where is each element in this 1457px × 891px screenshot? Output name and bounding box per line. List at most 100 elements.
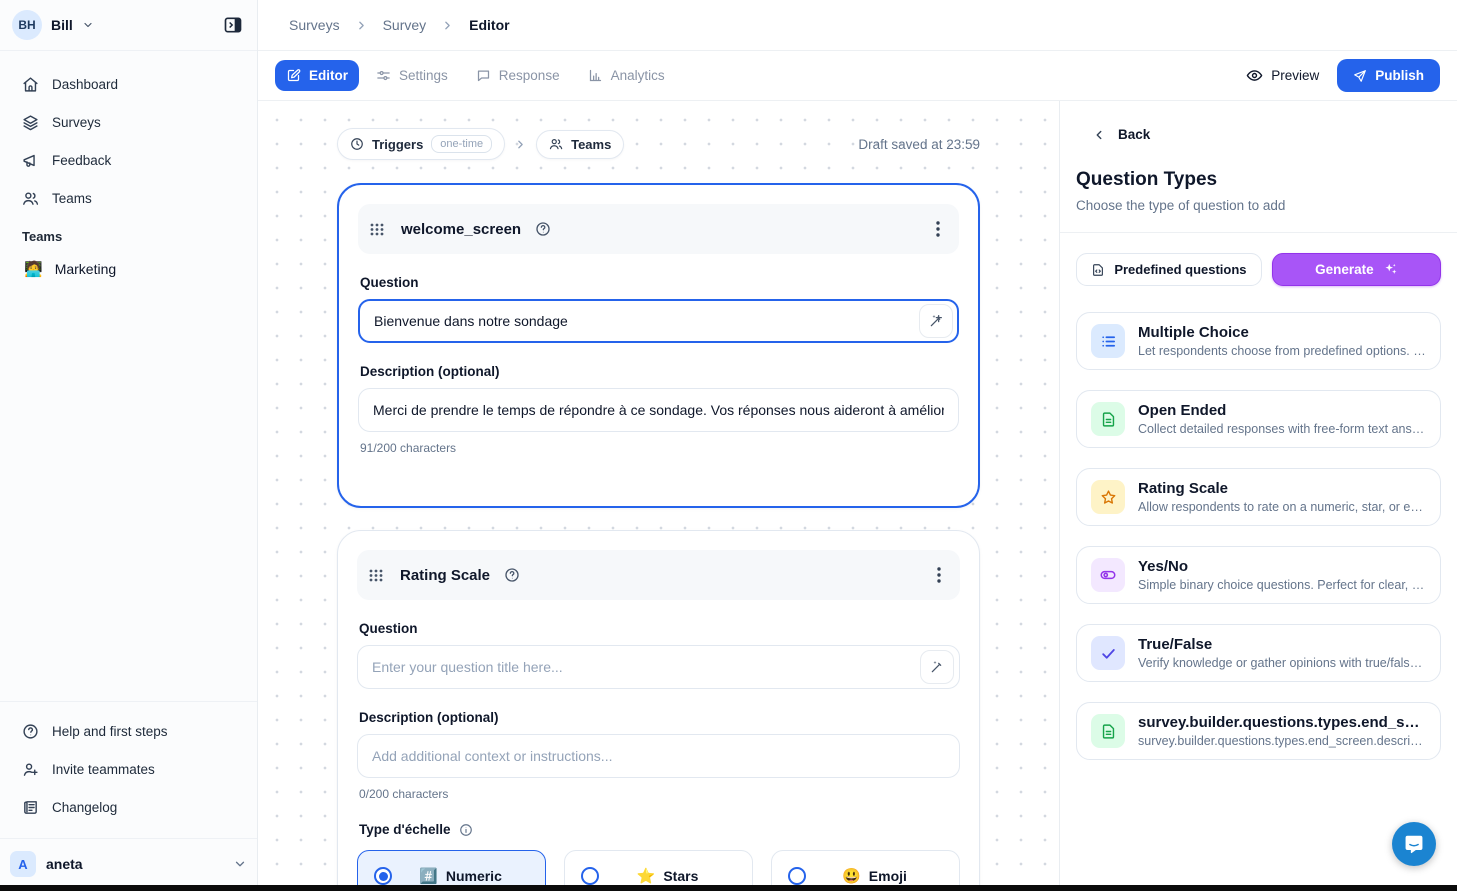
question-card-welcome-screen[interactable]: welcome_screen Question	[337, 183, 980, 508]
eye-icon	[1246, 67, 1263, 84]
generate-button[interactable]: Generate	[1272, 253, 1441, 286]
chevron-down-icon	[82, 19, 94, 31]
panel-subtitle: Choose the type of question to add	[1076, 198, 1441, 213]
type-title: survey.builder.questions.types.end_scr..…	[1138, 714, 1426, 731]
breadcrumb-editor: Editor	[469, 17, 509, 33]
chevron-right-icon	[514, 138, 527, 151]
type-card-true-false[interactable]: True/False Verify knowledge or gather op…	[1076, 624, 1441, 682]
magic-wand-button[interactable]	[920, 650, 954, 684]
star-outline-icon	[1091, 480, 1125, 514]
back-button[interactable]: Back	[1076, 127, 1441, 142]
home-icon	[22, 76, 39, 93]
question-title-input[interactable]	[357, 645, 960, 689]
sidebar-item-changelog[interactable]: Changelog	[12, 788, 245, 826]
tab-label: Editor	[309, 68, 348, 83]
tab-label: Analytics	[611, 68, 665, 83]
survey-canvas[interactable]: Triggers one-time Teams	[258, 101, 1059, 891]
scale-option-label: Stars	[663, 868, 698, 884]
type-description: survey.builder.questions.types.end_scree…	[1138, 734, 1426, 748]
info-circle-icon[interactable]	[459, 823, 473, 837]
sidebar-item-feedback[interactable]: Feedback	[12, 141, 245, 179]
type-card-end-screen[interactable]: survey.builder.questions.types.end_scr..…	[1076, 702, 1441, 760]
breadcrumb-survey[interactable]: Survey	[383, 17, 427, 33]
user-menu[interactable]: BH Bill	[12, 10, 94, 40]
sidebar-team-marketing[interactable]: 🧑‍💻 Marketing	[12, 250, 245, 288]
type-card-rating-scale[interactable]: Rating Scale Allow respondents to rate o…	[1076, 468, 1441, 526]
sidebar-collapse-icon[interactable]	[223, 15, 243, 35]
type-description: Verify knowledge or gather opinions with…	[1138, 656, 1426, 670]
toolbar-actions: Preview Publish	[1246, 59, 1440, 92]
question-description-input[interactable]	[358, 388, 959, 432]
tab-settings[interactable]: Settings	[365, 60, 459, 91]
sidebar-item-help[interactable]: Help and first steps	[12, 712, 245, 750]
tab-analytics[interactable]: Analytics	[577, 60, 676, 91]
team-label: Marketing	[55, 261, 116, 277]
sidebar-item-teams[interactable]: Teams	[12, 179, 245, 217]
kebab-menu-icon[interactable]	[932, 217, 944, 241]
question-label: Question	[359, 621, 960, 636]
content: Triggers one-time Teams	[258, 101, 1457, 891]
help-circle-icon	[22, 723, 39, 740]
question-description-input[interactable]	[357, 734, 960, 778]
sidebar-item-surveys[interactable]: Surveys	[12, 103, 245, 141]
type-card-multiple-choice[interactable]: Multiple Choice Let respondents choose f…	[1076, 312, 1441, 370]
intercom-chat-icon	[1403, 833, 1425, 855]
preview-button[interactable]: Preview	[1246, 67, 1319, 84]
scale-option-label: Emoji	[869, 868, 907, 884]
radio-icon	[788, 867, 806, 885]
drag-handle-icon[interactable]	[369, 569, 386, 582]
question-card-header: Rating Scale	[357, 550, 960, 600]
question-card-title: Rating Scale	[400, 567, 490, 584]
clock-icon	[350, 137, 364, 151]
back-label: Back	[1118, 127, 1150, 142]
panel-actions: Predefined questions Generate	[1076, 253, 1441, 286]
chat-launcher-button[interactable]	[1392, 822, 1436, 866]
toggle-icon	[1091, 558, 1125, 592]
question-label: Question	[360, 275, 959, 290]
document-text-icon	[1091, 402, 1125, 436]
chevron-right-icon	[355, 19, 368, 32]
scale-option-label: Numeric	[446, 868, 502, 884]
help-circle-icon[interactable]	[535, 221, 551, 237]
sidebar-item-invite[interactable]: Invite teammates	[12, 750, 245, 788]
type-title: Open Ended	[1138, 402, 1426, 419]
kebab-menu-icon[interactable]	[933, 563, 945, 587]
newspaper-icon	[22, 799, 39, 816]
tab-response[interactable]: Response	[465, 60, 571, 91]
question-title-input[interactable]	[358, 299, 959, 343]
type-description: Allow respondents to rate on a numeric, …	[1138, 500, 1426, 514]
triggers-chip[interactable]: Triggers one-time	[337, 128, 505, 160]
users-icon	[22, 190, 39, 207]
help-circle-icon[interactable]	[504, 567, 520, 583]
type-card-yes-no[interactable]: Yes/No Simple binary choice questions. P…	[1076, 546, 1441, 604]
question-card-rating-scale[interactable]: Rating Scale Question	[337, 530, 980, 891]
type-title: Yes/No	[1138, 558, 1426, 575]
users-icon	[549, 137, 563, 151]
breadcrumb-surveys[interactable]: Surveys	[289, 17, 340, 33]
drag-handle-icon[interactable]	[370, 223, 387, 236]
sidebar-item-dashboard[interactable]: Dashboard	[12, 65, 245, 103]
user-plus-icon	[22, 761, 39, 778]
predefined-questions-button[interactable]: Predefined questions	[1076, 253, 1262, 286]
sidebar-item-label: Teams	[52, 191, 92, 206]
char-count: 91/200 characters	[360, 441, 959, 455]
magic-wand-button[interactable]	[919, 304, 953, 338]
paper-plane-icon	[1353, 69, 1367, 83]
panel-title: Question Types	[1076, 169, 1441, 191]
tab-editor[interactable]: Editor	[275, 60, 359, 91]
generate-label: Generate	[1315, 262, 1374, 277]
question-card-header: welcome_screen	[358, 204, 959, 254]
teams-chip-label: Teams	[571, 137, 611, 152]
predefined-label: Predefined questions	[1114, 262, 1246, 277]
workspace-avatar: A	[10, 851, 36, 877]
bar-chart-icon	[588, 68, 603, 83]
file-code-icon	[1091, 263, 1105, 277]
publish-button[interactable]: Publish	[1337, 59, 1440, 92]
type-card-open-ended[interactable]: Open Ended Collect detailed responses wi…	[1076, 390, 1441, 448]
publish-label: Publish	[1375, 68, 1424, 83]
workspace-switcher[interactable]: A aneta	[0, 838, 257, 891]
description-label: Description (optional)	[360, 364, 959, 379]
numeric-keycap-icon: #️⃣	[419, 867, 438, 885]
layers-icon	[22, 114, 39, 131]
teams-chip[interactable]: Teams	[536, 130, 624, 159]
